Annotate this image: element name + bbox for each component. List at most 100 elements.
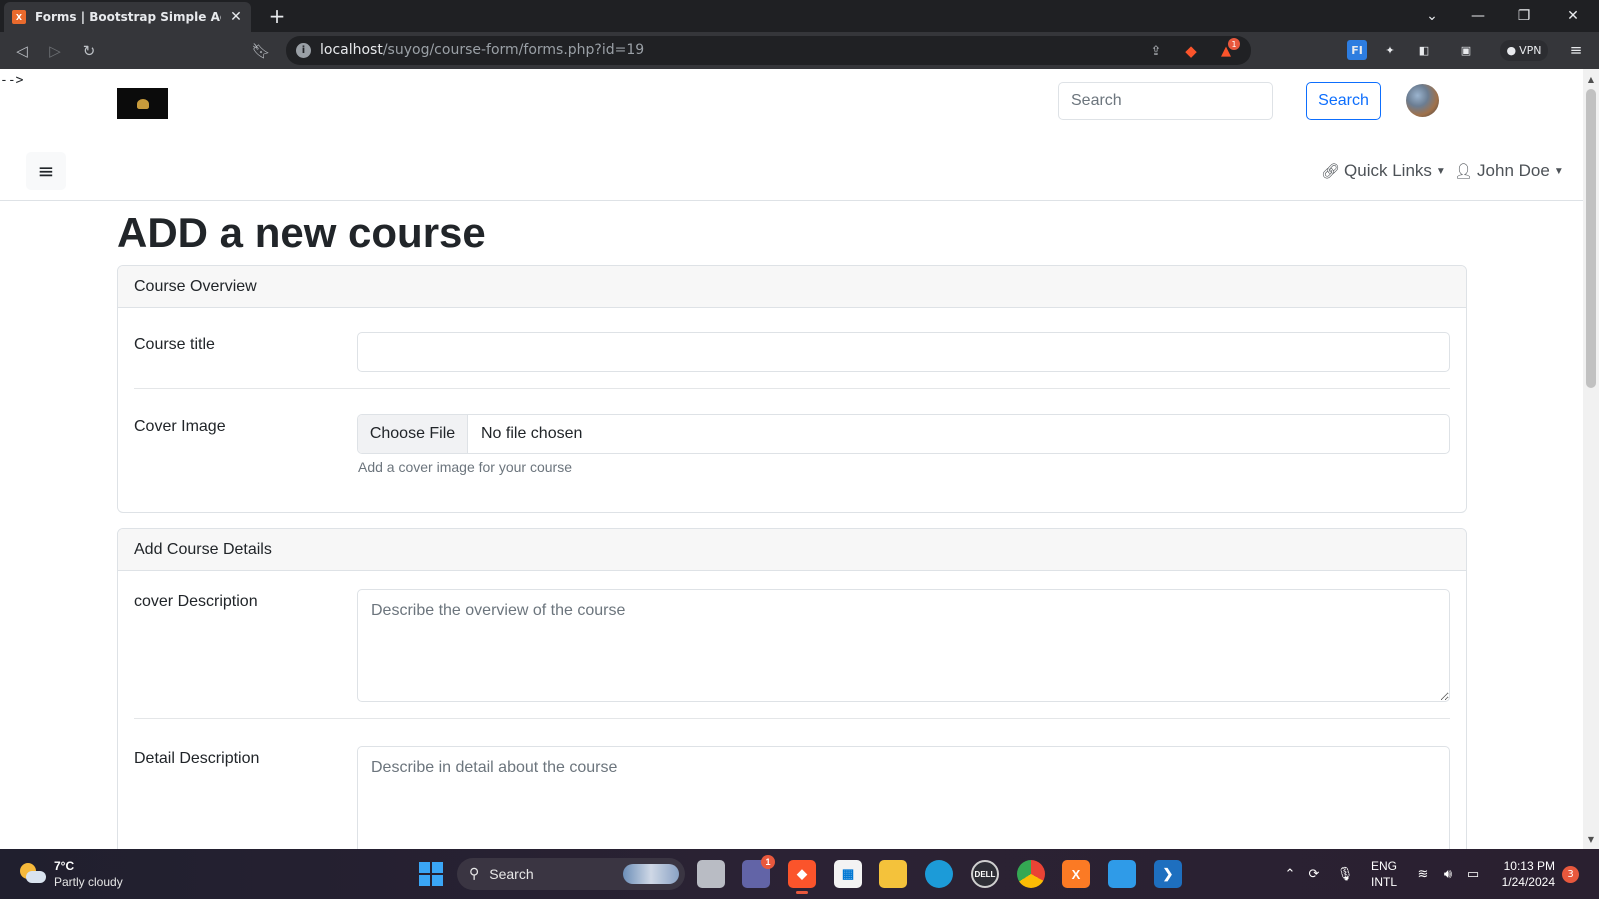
quick-links-dropdown[interactable]: 🔗︎ Quick Links ▼ — [1321, 161, 1446, 181]
user-avatar[interactable] — [1406, 84, 1439, 117]
browser-menu-icon[interactable]: ≡ — [1566, 40, 1586, 60]
chrome-icon[interactable] — [1017, 860, 1045, 888]
restore-button[interactable]: ❐ — [1501, 0, 1547, 32]
weather-description[interactable]: Partly cloudy — [54, 875, 123, 889]
rewards-badge: 1 — [1228, 38, 1240, 50]
bookmark-icon[interactable]: 🔖︎ — [248, 38, 274, 64]
xampp-favicon-icon: X — [12, 10, 26, 24]
tray-overflow-chevron-icon[interactable]: ⌃ — [1280, 864, 1300, 884]
hamburger-menu-icon: ≡ — [37, 159, 55, 183]
language-code: ENG — [1371, 859, 1398, 873]
caret-down-icon: ▼ — [1435, 165, 1446, 177]
wifi-icon[interactable]: ≋ — [1413, 864, 1433, 884]
course-title-input[interactable] — [357, 332, 1450, 372]
taskbar-search-box[interactable]: ⚲ Search — [457, 858, 685, 890]
notification-count-badge[interactable]: 3 — [1562, 866, 1579, 883]
course-title-label: Course title — [134, 336, 215, 353]
file-status-text: No file chosen — [481, 425, 583, 442]
keyboard-layout: INTL — [1371, 875, 1398, 889]
extension-fi-icon[interactable]: FI — [1347, 40, 1367, 60]
scroll-up-arrow-icon[interactable]: ▲ — [1583, 71, 1599, 87]
search-highlight-image — [623, 864, 679, 884]
vpn-button[interactable]: ● VPN — [1500, 40, 1548, 61]
sync-icon[interactable]: ⟳ — [1304, 864, 1324, 884]
extensions-puzzle-icon[interactable]: ✦ — [1380, 40, 1400, 60]
minimize-button[interactable]: — — [1455, 0, 1501, 32]
header-search-button[interactable]: Search — [1306, 82, 1381, 120]
course-details-card: Add Course Details cover Description Det… — [117, 528, 1467, 849]
dell-icon[interactable]: DELL — [971, 860, 999, 888]
brave-shields-icon[interactable]: ◆ — [1181, 41, 1201, 61]
weather-partly-cloudy-icon[interactable] — [20, 861, 46, 887]
cover-description-textarea[interactable] — [357, 589, 1450, 702]
top-navbar: ≡ 🔗︎ Quick Links ▼ 👤︎ John Doe ▼ — [0, 135, 1583, 201]
close-window-button[interactable]: ✕ — [1550, 0, 1596, 32]
sidebar-toggle-icon[interactable]: ◧ — [1414, 40, 1434, 60]
reload-button[interactable]: ↻ — [76, 38, 102, 64]
clock-date: 1/24/2024 — [1501, 875, 1555, 889]
system-clock[interactable]: 10:13 PM 1/24/2024 — [1495, 858, 1555, 890]
site-info-icon[interactable]: i — [296, 43, 311, 58]
new-tab-button[interactable]: + — [265, 3, 289, 29]
link-icon: 🔗︎ — [1321, 163, 1341, 180]
brave-rewards-icon[interactable]: ▲ 1 — [1216, 38, 1240, 61]
back-button[interactable]: ◁ — [9, 38, 35, 64]
sidebar-toggle-button[interactable]: ≡ — [26, 152, 66, 190]
course-overview-card: Course Overview Course title Cover Image… — [117, 265, 1467, 513]
microphone-icon[interactable]: 🎙︎ — [1335, 864, 1355, 884]
url-text[interactable]: localhost/suyog/course-form/forms.php?id… — [320, 42, 644, 58]
cover-image-file-input[interactable]: Choose File No file chosen — [357, 414, 1450, 454]
site-logo[interactable] — [117, 88, 168, 119]
page-viewport: --> Search ≡ 🔗︎ Quick Links ▼ 👤︎ John Do… — [0, 69, 1583, 849]
browser-toolbar: ◁ ▷ ↻ 🔖︎ i localhost/suyog/course-form/f… — [0, 32, 1599, 69]
brave-browser-icon[interactable]: ◆ — [788, 860, 816, 894]
battery-icon[interactable]: ▭ — [1463, 864, 1483, 884]
teams-badge: 1 — [761, 855, 775, 869]
edge-browser-icon[interactable] — [925, 860, 953, 888]
scroll-down-arrow-icon[interactable]: ▼ — [1583, 831, 1599, 847]
browser-tab-bar: X Forms | Bootstrap Simple Admin ✕ + ⌄ —… — [0, 0, 1599, 32]
vscode-icon[interactable]: ❯ — [1154, 860, 1182, 888]
paint-icon[interactable] — [1108, 860, 1136, 888]
volume-icon[interactable]: 🔊︎ — [1438, 864, 1458, 884]
forward-button[interactable]: ▷ — [42, 38, 68, 64]
user-icon: 👤︎ — [1454, 163, 1474, 180]
microsoft-store-icon[interactable]: ▦ — [834, 860, 862, 888]
course-details-header: Add Course Details — [118, 529, 1466, 571]
vpn-status-icon: ● — [1506, 44, 1517, 57]
teams-chat-icon[interactable]: 1 — [742, 855, 775, 888]
close-tab-icon[interactable]: ✕ — [229, 9, 243, 25]
detail-description-textarea[interactable] — [357, 746, 1450, 849]
choose-file-button[interactable]: Choose File — [358, 415, 468, 453]
detail-description-label: Detail Description — [134, 750, 260, 767]
cover-image-label: Cover Image — [134, 418, 226, 435]
clock-time: 10:13 PM — [1503, 859, 1555, 873]
caret-down-icon: ▼ — [1553, 165, 1564, 177]
windows-start-icon[interactable] — [417, 860, 445, 888]
html-comment-artifact: --> — [0, 73, 24, 88]
cover-description-label: cover Description — [134, 593, 258, 610]
task-view-icon[interactable] — [697, 860, 725, 888]
logo-mark-icon — [136, 98, 149, 109]
tab-title: Forms | Bootstrap Simple Admin — [35, 10, 221, 24]
page-scrollbar[interactable]: ▲ ▼ — [1583, 69, 1599, 849]
scrollbar-thumb[interactable] — [1586, 89, 1596, 388]
weather-temperature[interactable]: 7°C — [54, 859, 74, 873]
input-language-indicator[interactable]: ENG INTL — [1371, 858, 1397, 890]
address-bar[interactable]: i localhost/suyog/course-form/forms.php?… — [286, 36, 1251, 65]
cover-image-help: Add a cover image for your course — [358, 459, 572, 475]
search-icon: ⚲ — [469, 866, 480, 882]
browser-tab-forms[interactable]: X Forms | Bootstrap Simple Admin ✕ — [4, 2, 251, 32]
course-overview-header: Course Overview — [118, 266, 1466, 308]
wallet-icon[interactable]: ▣ — [1456, 40, 1476, 60]
page-title: ADD a new course — [117, 209, 486, 256]
header-search-input[interactable] — [1058, 82, 1273, 120]
taskbar-search-label: Search — [489, 866, 534, 882]
file-explorer-icon[interactable] — [879, 860, 907, 888]
share-icon[interactable]: ⇪ — [1146, 41, 1166, 61]
user-menu-dropdown[interactable]: 👤︎ John Doe ▼ — [1454, 161, 1564, 181]
vpn-label: VPN — [1519, 44, 1542, 57]
tab-search-chevron-icon[interactable]: ⌄ — [1409, 0, 1455, 32]
quick-links-label: Quick Links — [1344, 161, 1432, 180]
xampp-icon[interactable]: X — [1062, 860, 1090, 888]
